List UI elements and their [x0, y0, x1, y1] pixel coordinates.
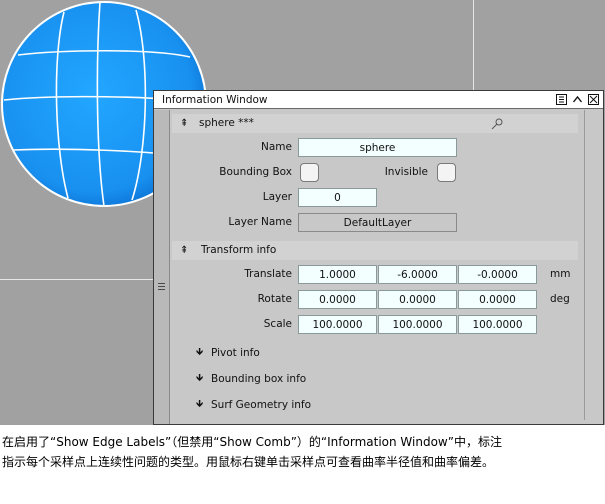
translate-z-field[interactable]: -0.0000 [458, 265, 537, 284]
caption-line-2: 指示每个采样点上连续性问题的类型。用鼠标右键单击采样点可查看曲率半径值和曲率偏差… [2, 455, 495, 469]
surf-geometry-info-section[interactable]: 🡻 Surf Geometry info [196, 397, 311, 413]
grid-line [473, 0, 474, 90]
pivot-info-section[interactable]: 🡻 Pivot info [196, 345, 260, 361]
name-label: Name [261, 141, 292, 153]
collapse-arrow-icon[interactable]: ⇞ [180, 114, 188, 133]
bounding-box-checkbox[interactable] [300, 163, 319, 182]
rotate-y-field[interactable]: 0.0000 [378, 290, 457, 309]
rotate-x-field[interactable]: 0.0000 [298, 290, 377, 309]
expand-arrow-icon: 🡻 [196, 373, 204, 384]
layer-name-label: Layer Name [228, 216, 292, 228]
rotate-z-field[interactable]: 0.0000 [458, 290, 537, 309]
scale-y-field[interactable]: 100.0000 [378, 315, 457, 334]
figure-caption: 在启用了“Show Edge Labels”（但禁用“Show Comb”）的“… [2, 432, 602, 472]
list-icon[interactable] [556, 94, 567, 105]
collapse-up-icon[interactable] [572, 94, 583, 105]
caption-line-1: 在启用了“Show Edge Labels”（但禁用“Show Comb”）的“… [2, 435, 502, 449]
translate-y-field[interactable]: -6.0000 [378, 265, 457, 284]
info-content: ⇞ sphere *** Name sphere Bounding Box In… [170, 110, 584, 420]
layer-label: Layer [262, 191, 292, 203]
translate-x-field[interactable]: 1.0000 [298, 265, 377, 284]
grid-line [0, 279, 153, 280]
grip-icon [158, 283, 165, 291]
collapse-arrow-icon[interactable]: ⇞ [180, 241, 188, 260]
close-icon[interactable] [588, 94, 599, 105]
layer-field[interactable]: 0 [298, 188, 377, 207]
translate-unit: mm [550, 268, 571, 280]
window-title: Information Window [162, 94, 268, 106]
resize-handle[interactable] [154, 110, 170, 424]
scale-x-field[interactable]: 100.0000 [298, 315, 377, 334]
bounding-box-label: Bounding Box [219, 166, 292, 178]
invisible-checkbox[interactable] [437, 163, 456, 182]
pin-icon[interactable] [490, 118, 504, 130]
rotate-unit: deg [550, 293, 570, 305]
name-field[interactable]: sphere [298, 138, 457, 157]
layer-name-field: DefaultLayer [298, 213, 457, 232]
invisible-label: Invisible [384, 166, 428, 178]
scrollbar[interactable] [584, 110, 600, 420]
translate-label: Translate [244, 268, 292, 280]
expand-arrow-icon: 🡻 [196, 399, 204, 410]
object-section-header[interactable]: ⇞ sphere *** [172, 114, 578, 133]
expand-arrow-icon: 🡻 [196, 347, 204, 358]
information-window: Information Window ⇞ sphere *** Name sph… [153, 90, 604, 425]
rotate-label: Rotate [257, 293, 292, 305]
window-titlebar[interactable]: Information Window [154, 91, 603, 109]
scale-z-field[interactable]: 100.0000 [458, 315, 537, 334]
bounding-box-info-section[interactable]: 🡻 Bounding box info [196, 371, 306, 387]
transform-section-header[interactable]: ⇞ Transform info [172, 241, 578, 260]
scale-label: Scale [263, 318, 292, 330]
